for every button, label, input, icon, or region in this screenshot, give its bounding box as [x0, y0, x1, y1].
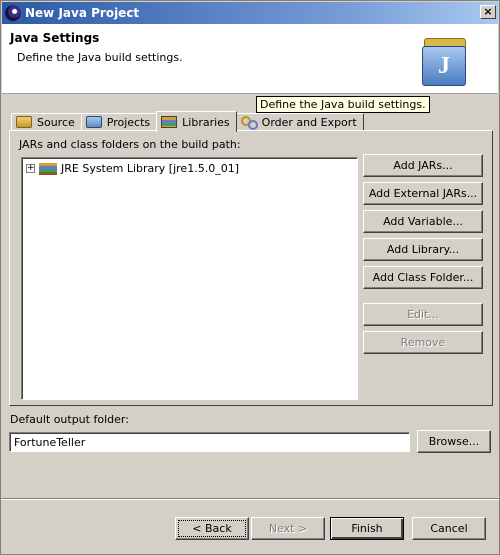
add-variable-button[interactable]: Add Variable... [363, 210, 483, 233]
output-folder-field[interactable] [9, 432, 410, 452]
tab-projects-label: Projects [106, 115, 151, 129]
back-button[interactable]: < Back [175, 517, 249, 540]
libraries-panel: JARs and class folders on the build path… [9, 130, 493, 406]
tab-bar: Source Projects Libraries Order and Expo… [11, 111, 364, 132]
page-title: Java Settings [10, 31, 100, 45]
library-icon [39, 162, 57, 175]
tree-item-jre-system-library[interactable]: + JRE System Library [jre1.5.0_01] [26, 162, 239, 175]
remove-button[interactable]: Remove [363, 331, 483, 354]
browse-button[interactable]: Browse... [417, 430, 491, 453]
tab-libraries-label: Libraries [182, 115, 230, 129]
output-folder-label: Default output folder: [10, 413, 129, 426]
next-button[interactable]: Next > [251, 517, 325, 540]
add-jars-button[interactable]: Add JARs... [363, 154, 483, 177]
projects-icon [85, 116, 102, 128]
build-path-label: JARs and class folders on the build path… [19, 138, 241, 151]
tree-item-label: JRE System Library [jre1.5.0_01] [61, 162, 239, 175]
order-export-icon [240, 116, 258, 130]
tab-source[interactable]: Source [11, 113, 82, 131]
tooltip: Define the Java build settings. [256, 96, 430, 113]
title-bar[interactable]: New Java Project × [2, 2, 498, 24]
add-library-button[interactable]: Add Library... [363, 238, 483, 261]
cancel-button[interactable]: Cancel [412, 517, 486, 540]
tab-libraries[interactable]: Libraries [156, 111, 237, 132]
eclipse-icon [5, 5, 21, 21]
build-path-tree[interactable]: + JRE System Library [jre1.5.0_01] [21, 157, 358, 400]
footer-separator [1, 498, 499, 500]
tab-order-and-export[interactable]: Order and Export [235, 113, 364, 131]
edit-button[interactable]: Edit... [363, 303, 483, 326]
tab-projects[interactable]: Projects [80, 113, 158, 131]
header-banner: Java Settings Define the Java build sett… [2, 24, 498, 94]
new-java-project-dialog: New Java Project × Java Settings Define … [0, 0, 500, 555]
close-button[interactable]: × [480, 5, 496, 19]
window-title: New Java Project [25, 6, 140, 20]
page-description: Define the Java build settings. [17, 51, 183, 64]
tab-source-label: Source [37, 115, 75, 129]
tab-order-and-export-label: Order and Export [261, 115, 357, 129]
add-class-folder-button[interactable]: Add Class Folder... [363, 266, 483, 289]
libraries-icon [161, 116, 178, 128]
java-project-wizard-icon: J [422, 38, 468, 88]
finish-button[interactable]: Finish [330, 517, 404, 540]
source-folder-icon [16, 116, 32, 128]
expand-icon[interactable]: + [26, 164, 35, 173]
add-external-jars-button[interactable]: Add External JARs... [363, 182, 483, 205]
